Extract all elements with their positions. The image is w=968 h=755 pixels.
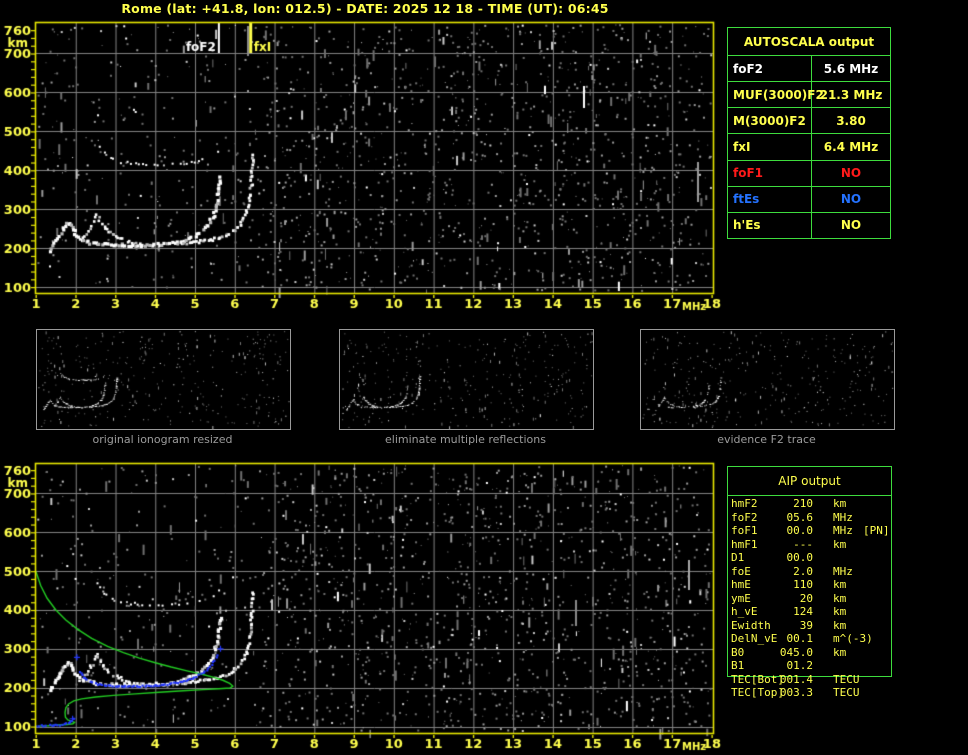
aip-param-value: --- — [771, 538, 813, 552]
thumbnail-eliminate-reflections — [339, 329, 594, 430]
station-title: Rome (lat: +41.8, lon: 012.5) - DATE: 20… — [0, 1, 730, 16]
autoscala-param-value: NO — [812, 161, 890, 186]
autoscala-row: M(3000)F23.80 — [728, 108, 890, 134]
aip-param-label: hmF1 — [731, 538, 758, 552]
aip-row: D1 00.0 — [727, 551, 892, 565]
aip-param-label: h_vE — [731, 605, 758, 619]
autoscala-param-label: ftEs — [728, 187, 812, 212]
autoscala-row: foF25.6 MHz — [728, 56, 890, 82]
aip-param-value: 003.3 — [771, 686, 813, 700]
aip-param-label: B0 — [731, 646, 744, 660]
autoscala-param-value: 21.3 MHz — [812, 82, 890, 107]
aip-param-unit: km — [833, 646, 846, 660]
autoscala-table-title: AUTOSCALA output — [728, 28, 890, 56]
aip-param-label: Ewidth — [731, 619, 771, 633]
thumbnail-original-ionogram — [36, 329, 291, 430]
aip-row: TEC[Bot]001.4TECU — [727, 673, 892, 687]
autoscala-row: foF1NO — [728, 161, 890, 187]
aip-row: B0 045.0 km — [727, 646, 892, 660]
aip-param-unit: km — [833, 592, 846, 606]
autoscala-row: h'EsNO — [728, 213, 890, 238]
aip-param-unit: km — [833, 619, 846, 633]
aip-param-unit: TECU — [833, 686, 860, 700]
aip-row: ymE 20 km — [727, 592, 892, 606]
aip-param-value: 2.0 — [771, 565, 813, 579]
autoscala-param-value: NO — [812, 187, 890, 212]
aip-param-value: 00.0 — [771, 551, 813, 565]
aip-param-note: [PN] — [863, 524, 890, 538]
aip-row: TEC[Top]003.3TECU — [727, 686, 892, 700]
autoscala-param-label: M(3000)F2 — [728, 108, 812, 133]
aip-param-unit: km — [833, 538, 846, 552]
aip-param-unit: m^(-3) — [833, 632, 873, 646]
aip-param-value: 39 — [771, 619, 813, 633]
aip-param-unit: TECU — [833, 673, 860, 687]
autoscala-screen: Rome (lat: +41.8, lon: 012.5) - DATE: 20… — [0, 0, 968, 755]
aip-row: DelN_vE00.1m^(-3) — [727, 632, 892, 646]
aip-param-unit: MHz — [833, 524, 853, 538]
aip-param-label: B1 — [731, 659, 744, 673]
autoscala-row: MUF(3000)F221.3 MHz — [728, 82, 890, 108]
autoscala-param-value: 5.6 MHz — [812, 56, 890, 81]
aip-param-label: hmF2 — [731, 497, 758, 511]
thumbnail-caption: original ionogram resized — [36, 433, 289, 446]
aip-param-unit: MHz — [833, 565, 853, 579]
aip-param-label: foF1 — [731, 524, 758, 538]
autoscala-param-label: foF1 — [728, 161, 812, 186]
aip-param-label: foE — [731, 565, 751, 579]
aip-param-value: 110 — [771, 578, 813, 592]
aip-param-value: 001.4 — [771, 673, 813, 687]
aip-param-value: 00.0 — [771, 524, 813, 538]
thumbnail-evidence-f2-trace — [640, 329, 895, 430]
autoscala-param-value: 3.80 — [812, 108, 890, 133]
thumbnail-caption: evidence F2 trace — [640, 433, 893, 446]
aip-param-unit: MHz — [833, 511, 853, 525]
autoscala-param-value: 6.4 MHz — [812, 134, 890, 159]
aip-param-value: 045.0 — [771, 646, 813, 660]
autoscala-param-label: foF2 — [728, 56, 812, 81]
aip-param-unit: km — [833, 605, 846, 619]
aip-row: foF2 05.6 MHz — [727, 511, 892, 525]
aip-param-value: 20 — [771, 592, 813, 606]
aip-param-label: D1 — [731, 551, 744, 565]
aip-row: B1 01.2 — [727, 659, 892, 673]
aip-param-value: 00.1 — [771, 632, 813, 646]
autoscala-param-label: h'Es — [728, 213, 812, 238]
autoscala-param-value: NO — [812, 213, 890, 238]
aip-param-label: ymE — [731, 592, 751, 606]
aip-row: hmF1 --- km — [727, 538, 892, 552]
aip-row: foF1 00.0 MHz [PN] — [727, 524, 892, 538]
aip-param-label: foF2 — [731, 511, 758, 525]
autoscala-table-rows: foF25.6 MHzMUF(3000)F221.3 MHzM(3000)F23… — [728, 56, 890, 238]
thumbnail-caption: eliminate multiple reflections — [339, 433, 592, 446]
aip-param-value: 05.6 — [771, 511, 813, 525]
aip-row: foE 2.0 MHz — [727, 565, 892, 579]
aip-table-title: AIP output — [728, 467, 891, 496]
autoscala-table: AUTOSCALA output foF25.6 MHzMUF(3000)F22… — [727, 27, 891, 239]
aip-row: hmF2 210 km — [727, 497, 892, 511]
aip-row: h_vE 124 km — [727, 605, 892, 619]
aip-param-value: 124 — [771, 605, 813, 619]
autoscala-param-label: MUF(3000)F2 — [728, 82, 812, 107]
aip-param-value: 210 — [771, 497, 813, 511]
aip-row: hmE 110 km — [727, 578, 892, 592]
autoscala-param-label: fxI — [728, 134, 812, 159]
aip-param-label: hmE — [731, 578, 751, 592]
aip-table-rows: hmF2 210 km foF2 05.6 MHz foF1 00.0 MHz [PN] hmF1-… — [727, 497, 892, 700]
aip-row: Ewidth39 km — [727, 619, 892, 633]
aip-param-value: 01.2 — [771, 659, 813, 673]
aip-param-unit: km — [833, 578, 846, 592]
autoscala-row: fxI6.4 MHz — [728, 134, 890, 160]
aip-param-unit: km — [833, 497, 846, 511]
autoscala-row: ftEsNO — [728, 187, 890, 213]
